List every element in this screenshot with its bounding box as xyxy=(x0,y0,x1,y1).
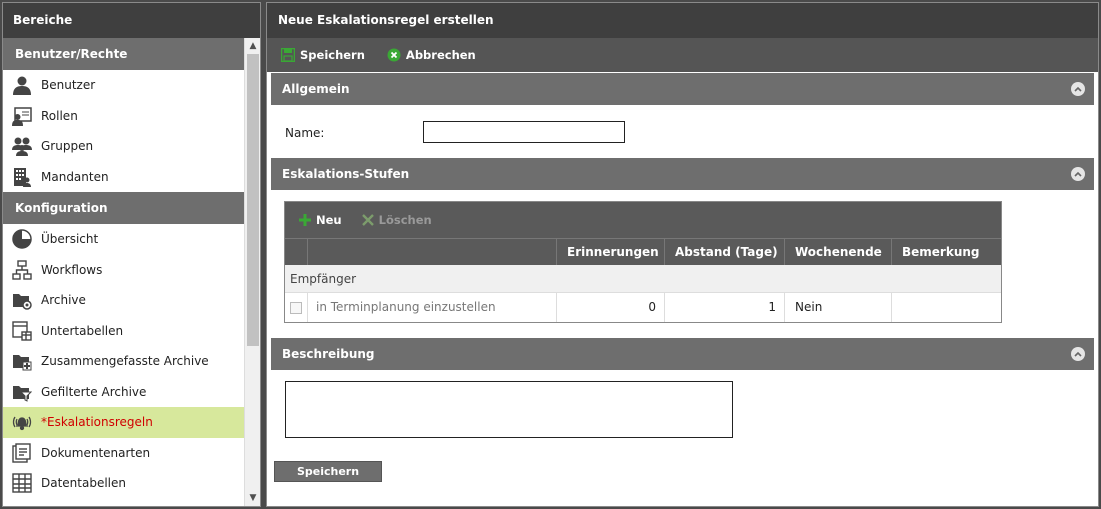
alarm-bell-icon xyxy=(11,411,33,433)
grid-header-remark[interactable]: Bemerkung xyxy=(891,239,1001,265)
sidebar-title: Bereiche xyxy=(3,3,260,38)
grid-header-checkbox-col xyxy=(285,239,307,265)
delete-level-label: Löschen xyxy=(378,213,432,227)
document-types-icon xyxy=(11,442,33,464)
section-levels-title: Eskalations-Stufen xyxy=(282,167,410,181)
cancel-circle-icon xyxy=(387,48,401,62)
tenant-icon xyxy=(11,166,33,188)
grid-group-row: Empfänger xyxy=(285,265,1001,293)
page-title: Neue Eskalationsregel erstellen xyxy=(267,3,1098,38)
floppy-disk-icon xyxy=(281,48,295,62)
sidebar-scroll-area: Benutzer/Rechte Benutzer Rollen Gruppen … xyxy=(3,38,260,506)
sidebar-item-label: Mandanten xyxy=(41,169,109,184)
row-checkbox-cell xyxy=(285,293,307,322)
section-description-title: Beschreibung xyxy=(282,347,375,361)
new-level-label: Neu xyxy=(316,213,342,227)
archive-settings-icon xyxy=(11,289,33,311)
name-input[interactable] xyxy=(423,121,625,143)
section-description-header[interactable]: Beschreibung xyxy=(271,338,1094,370)
sidebar-item-label: Rollen xyxy=(41,108,78,123)
new-level-button[interactable]: Neu xyxy=(299,213,342,227)
sidebar-item-gefilterte-archive[interactable]: Gefilterte Archive xyxy=(3,377,244,408)
collapse-chevron-icon[interactable] xyxy=(1071,82,1085,96)
role-icon xyxy=(11,105,33,127)
description-textarea[interactable] xyxy=(285,381,733,438)
scrollbar-thumb[interactable] xyxy=(247,54,259,346)
section-general-header[interactable]: Allgemein xyxy=(271,73,1094,105)
cancel-toolbar-label: Abbrechen xyxy=(405,48,476,62)
row-checkbox[interactable] xyxy=(290,301,302,314)
sidebar-item-label: Dokumentenarten xyxy=(41,445,151,460)
reminders-cell[interactable]: 0 xyxy=(556,293,664,322)
sidebar-item-label: Datentabellen xyxy=(41,476,127,491)
grid-header-row: Erinnerungen Abstand (Tage) Wochenende B… xyxy=(285,238,1001,265)
sidebar-item-label: Workflows xyxy=(41,262,103,277)
sidebar-item-archive[interactable]: Archive xyxy=(3,285,244,316)
sidebar-item-label: Gefilterte Archive xyxy=(41,384,147,399)
sidebar-item-label: Übersicht xyxy=(41,232,99,247)
save-toolbar-button[interactable]: Speichern xyxy=(281,48,365,62)
main-toolbar: Speichern Abbrechen xyxy=(267,38,1098,72)
remark-cell[interactable] xyxy=(891,293,1001,322)
sidebar-item-label: Gruppen xyxy=(41,139,94,154)
sidebar-item-label: Benutzer xyxy=(41,78,96,93)
save-button[interactable]: Speichern xyxy=(274,461,382,482)
pie-chart-icon xyxy=(11,228,33,250)
recipient-cell[interactable]: in Terminplanung einzustellen xyxy=(307,293,556,322)
grid-header-interval[interactable]: Abstand (Tage) xyxy=(664,239,784,265)
grid-toolbar: Neu Löschen xyxy=(285,202,1001,238)
data-table-icon xyxy=(11,472,33,494)
form-content: Allgemein Name: Eskalations-Stufen Neu L… xyxy=(271,73,1094,505)
sidebar-item-label: Zusammengefasste Archive xyxy=(41,354,209,369)
collapse-chevron-icon[interactable] xyxy=(1071,167,1085,181)
sidebar-panel: Bereiche Benutzer/Rechte Benutzer Rollen… xyxy=(2,2,261,507)
table-row[interactable]: in Terminplanung einzustellen 0 1 Nein xyxy=(285,293,1001,322)
main-panel: Neue Eskalationsregel erstellen Speicher… xyxy=(266,2,1099,507)
scroll-down-icon[interactable]: ▼ xyxy=(245,490,260,506)
sidebar-item-workflows[interactable]: Workflows xyxy=(3,255,244,286)
sidebar-item-label: Untertabellen xyxy=(41,323,124,338)
sidebar-scrollbar[interactable]: ▲ ▼ xyxy=(244,38,260,506)
sidebar-item-uebersicht[interactable]: Übersicht xyxy=(3,224,244,255)
filter-archive-icon xyxy=(11,381,33,403)
grid-header-recipient-col xyxy=(307,239,556,265)
escalation-levels-grid: Neu Löschen Erinnerungen Abstand (Tage) … xyxy=(284,201,1002,323)
name-label: Name: xyxy=(285,126,325,140)
sidebar-item-dokumentenarten[interactable]: Dokumentenarten xyxy=(3,438,244,469)
sidebar-item-rollen[interactable]: Rollen xyxy=(3,101,244,132)
sidebar-item-benutzer[interactable]: Benutzer xyxy=(3,70,244,101)
sidebar-item-mandanten[interactable]: Mandanten xyxy=(3,162,244,193)
grid-header-weekend[interactable]: Wochenende xyxy=(784,239,891,265)
section-header-users-rights[interactable]: Benutzer/Rechte xyxy=(3,38,244,70)
workflow-icon xyxy=(11,259,33,281)
collapse-chevron-icon[interactable] xyxy=(1071,347,1085,361)
sidebar-item-eskalationsregeln[interactable]: *Eskalationsregeln xyxy=(3,407,244,438)
delete-level-button[interactable]: Löschen xyxy=(361,213,432,227)
interval-cell[interactable]: 1 xyxy=(664,293,784,322)
sidebar-item-untertabellen[interactable]: Untertabellen xyxy=(3,316,244,347)
grid-header-reminders[interactable]: Erinnerungen xyxy=(556,239,664,265)
scroll-up-icon[interactable]: ▲ xyxy=(245,38,260,54)
sidebar-item-label: Archive xyxy=(41,293,86,308)
sidebar-item-gruppen[interactable]: Gruppen xyxy=(3,131,244,162)
sidebar-item-datentabellen[interactable]: Datentabellen xyxy=(3,468,244,499)
plus-icon xyxy=(299,214,311,226)
merged-archive-icon xyxy=(11,350,33,372)
sidebar-item-label: *Eskalationsregeln xyxy=(41,415,153,430)
delete-x-icon xyxy=(361,214,374,226)
sidebar-item-zusammengefasste-archive[interactable]: Zusammengefasste Archive xyxy=(3,346,244,377)
weekend-cell[interactable]: Nein xyxy=(784,293,891,322)
save-toolbar-label: Speichern xyxy=(300,48,365,62)
cancel-toolbar-button[interactable]: Abbrechen xyxy=(387,48,476,62)
section-general-title: Allgemein xyxy=(282,82,350,96)
user-icon xyxy=(11,74,33,96)
section-levels-header[interactable]: Eskalations-Stufen xyxy=(271,158,1094,190)
section-header-configuration[interactable]: Konfiguration xyxy=(3,192,244,224)
group-icon xyxy=(11,135,33,157)
subtable-icon xyxy=(11,320,33,342)
